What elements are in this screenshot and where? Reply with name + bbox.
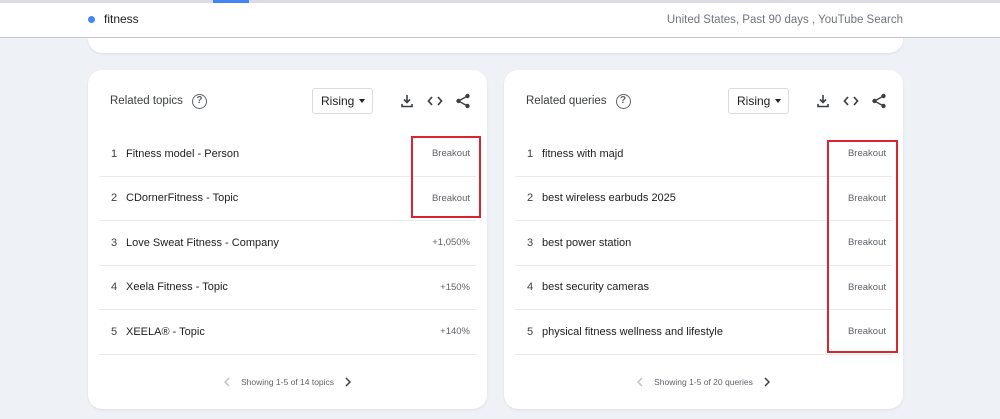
rise-value: +140% xyxy=(440,326,470,338)
rank: 1 xyxy=(527,147,534,160)
list-item[interactable]: 3 best power station Breakout xyxy=(515,221,892,266)
previous-card-bottom xyxy=(88,38,903,53)
share-icon[interactable] xyxy=(869,91,889,111)
sort-select-label: Rising xyxy=(737,94,771,108)
rank: 4 xyxy=(111,281,118,294)
rank: 5 xyxy=(111,325,118,338)
query-text: physical fitness wellness and lifestyle xyxy=(542,325,723,338)
list-item[interactable]: 2 CDornerFitness - Topic Breakout xyxy=(99,177,476,221)
embed-code-icon[interactable] xyxy=(425,91,445,111)
rise-value: Breakout xyxy=(847,192,886,204)
related-topics-panel: Related topics ? Rising 1 Fitness model … xyxy=(88,70,487,409)
list-item[interactable]: 2 best wireless earbuds 2025 Breakout xyxy=(515,177,892,221)
chevron-right-icon[interactable] xyxy=(338,375,358,389)
rank: 1 xyxy=(111,147,118,160)
query-text: best security cameras xyxy=(542,281,649,294)
list-item[interactable]: 4 best security cameras Breakout xyxy=(515,266,892,310)
pagination-label: Showing 1-5 of 20 queries xyxy=(654,377,753,387)
queries-list: 1 fitness with majd Breakout 2 best wire… xyxy=(515,132,892,355)
chevron-right-icon[interactable] xyxy=(757,375,777,389)
chevron-left-icon[interactable] xyxy=(217,375,237,389)
active-tab-indicator xyxy=(213,0,249,3)
download-icon[interactable] xyxy=(813,91,833,111)
topic-name: CDornerFitness - Topic xyxy=(126,192,239,205)
list-item[interactable]: 1 fitness with majd Breakout xyxy=(515,132,892,177)
filter-summary: United States, Past 90 days , YouTube Se… xyxy=(666,14,903,26)
rank: 4 xyxy=(527,281,534,294)
panel-title: Related queries xyxy=(526,95,607,107)
query-text: best wireless earbuds 2025 xyxy=(542,192,676,205)
rise-value: Breakout xyxy=(847,237,886,249)
panel-header: Related queries ? Rising xyxy=(526,88,889,114)
rank: 2 xyxy=(111,192,118,205)
list-item[interactable]: 1 Fitness model - Person Breakout xyxy=(99,132,476,177)
rank: 3 xyxy=(527,236,534,249)
topic-name: Love Sweat Fitness - Company xyxy=(126,236,279,249)
search-term-bar: fitness United States, Past 90 days , Yo… xyxy=(0,0,1000,38)
rise-value: Breakout xyxy=(431,148,470,160)
topic-name: XEELA® - Topic xyxy=(126,325,205,338)
query-text: best power station xyxy=(542,236,632,249)
search-term-label: fitness xyxy=(104,12,139,26)
download-icon[interactable] xyxy=(397,91,417,111)
embed-code-icon[interactable] xyxy=(841,91,861,111)
topics-list: 1 Fitness model - Person Breakout 2 CDor… xyxy=(99,132,476,355)
term-color-dot xyxy=(88,15,95,23)
rise-value: Breakout xyxy=(431,192,470,204)
topic-name: Fitness model - Person xyxy=(126,147,240,160)
help-circle-icon[interactable]: ? xyxy=(191,93,207,109)
rank: 5 xyxy=(527,325,534,338)
search-term[interactable]: fitness xyxy=(88,12,139,26)
caret-down-icon xyxy=(359,99,365,103)
sort-select-label: Rising xyxy=(321,94,355,108)
rank: 3 xyxy=(111,236,118,249)
query-text: fitness with majd xyxy=(542,147,624,160)
caret-down-icon xyxy=(775,99,781,103)
sort-select[interactable]: Rising xyxy=(728,88,789,114)
sort-select[interactable]: Rising xyxy=(312,88,373,114)
chevron-left-icon[interactable] xyxy=(630,375,650,389)
panel-header: Related topics ? Rising xyxy=(110,88,473,114)
list-item[interactable]: 3 Love Sweat Fitness - Company +1,050% xyxy=(99,221,476,266)
related-queries-panel: Related queries ? Rising 1 fitness with … xyxy=(504,70,903,409)
rank: 2 xyxy=(527,192,534,205)
share-icon[interactable] xyxy=(453,91,473,111)
help-circle-icon[interactable]: ? xyxy=(615,93,631,109)
rise-value: Breakout xyxy=(847,326,886,338)
pagination-label: Showing 1-5 of 14 topics xyxy=(240,377,335,387)
rise-value: +150% xyxy=(440,281,470,293)
topic-name: Xeela Fitness - Topic xyxy=(126,281,228,294)
list-item[interactable]: 5 physical fitness wellness and lifestyl… xyxy=(515,310,892,355)
list-item[interactable]: 4 Xeela Fitness - Topic +150% xyxy=(99,266,476,310)
rise-value: +1,050% xyxy=(432,237,470,249)
pagination: Showing 1-5 of 20 queries xyxy=(504,375,903,389)
rise-value: Breakout xyxy=(847,281,886,293)
list-item[interactable]: 5 XEELA® - Topic +140% xyxy=(99,310,476,355)
pagination: Showing 1-5 of 14 topics xyxy=(88,375,487,389)
rise-value: Breakout xyxy=(847,148,886,160)
panel-title: Related topics xyxy=(110,95,183,107)
